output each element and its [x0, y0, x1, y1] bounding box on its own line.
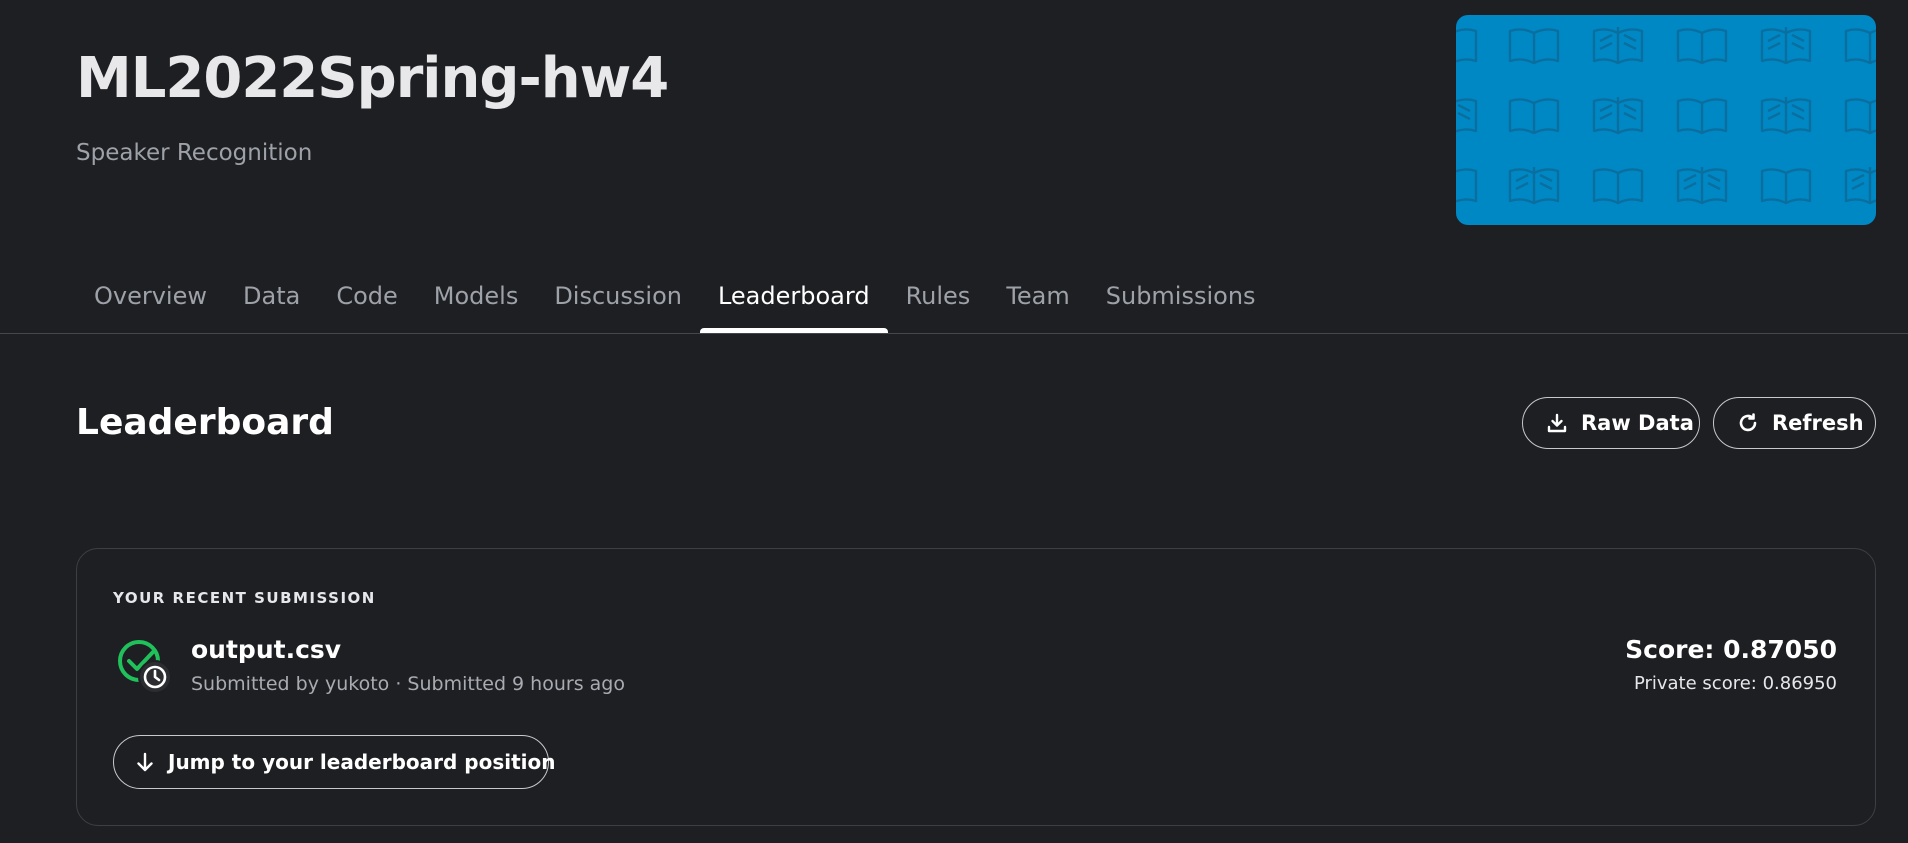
- tab-team[interactable]: Team: [988, 270, 1087, 332]
- tab-submissions[interactable]: Submissions: [1088, 270, 1274, 332]
- refresh-label: Refresh: [1772, 411, 1864, 435]
- open-book-icon: [1456, 25, 1876, 205]
- raw-data-button[interactable]: Raw Data: [1522, 397, 1700, 449]
- tab-label: Rules: [905, 282, 971, 310]
- arrow-down-icon: [134, 750, 156, 774]
- tab-label: Team: [1006, 282, 1070, 310]
- tab-label: Code: [336, 282, 398, 310]
- refresh-button[interactable]: Refresh: [1713, 397, 1876, 449]
- submission-meta: Submitted by yukoto · Submitted 9 hours …: [191, 673, 625, 695]
- submission-file-name[interactable]: output.csv: [191, 635, 341, 664]
- download-icon: [1545, 411, 1569, 435]
- tab-label: Data: [243, 282, 301, 310]
- tab-label: Submissions: [1105, 282, 1256, 310]
- competition-banner: [1456, 15, 1876, 225]
- jump-label: Jump to your leaderboard position: [168, 750, 556, 774]
- competition-tabs: Overview Data Code Models Discussion Lea…: [76, 270, 1274, 334]
- jump-to-position-button[interactable]: Jump to your leaderboard position: [113, 735, 555, 789]
- tab-label: Discussion: [554, 282, 682, 310]
- private-score: Private score: 0.86950: [1633, 673, 1837, 694]
- tab-models[interactable]: Models: [416, 270, 537, 332]
- section-title: Leaderboard: [76, 402, 334, 443]
- raw-data-label: Raw Data: [1581, 411, 1694, 435]
- tab-data[interactable]: Data: [225, 270, 318, 332]
- public-score: Score: 0.87050: [1625, 635, 1837, 664]
- tab-discussion[interactable]: Discussion: [536, 270, 700, 332]
- tabs-divider: [0, 333, 1908, 334]
- tab-label: Models: [433, 282, 519, 310]
- competition-page: ML2022Spring-hw4 Speaker Recognition Ove…: [0, 0, 1908, 843]
- competition-title: ML2022Spring-hw4: [76, 46, 669, 111]
- tab-rules[interactable]: Rules: [888, 270, 989, 332]
- tab-label: Overview: [94, 282, 207, 310]
- tab-label: Leaderboard: [717, 282, 870, 310]
- check-circle-clock-icon: [115, 637, 175, 697]
- refresh-icon: [1736, 411, 1760, 435]
- recent-submission-card: YOUR RECENT SUBMISSION output.csv Submit…: [76, 548, 1876, 826]
- competition-subtitle: Speaker Recognition: [76, 140, 313, 166]
- tab-code[interactable]: Code: [318, 270, 415, 332]
- card-label: YOUR RECENT SUBMISSION: [113, 589, 376, 607]
- tab-overview[interactable]: Overview: [76, 270, 225, 332]
- tab-leaderboard[interactable]: Leaderboard: [699, 270, 888, 334]
